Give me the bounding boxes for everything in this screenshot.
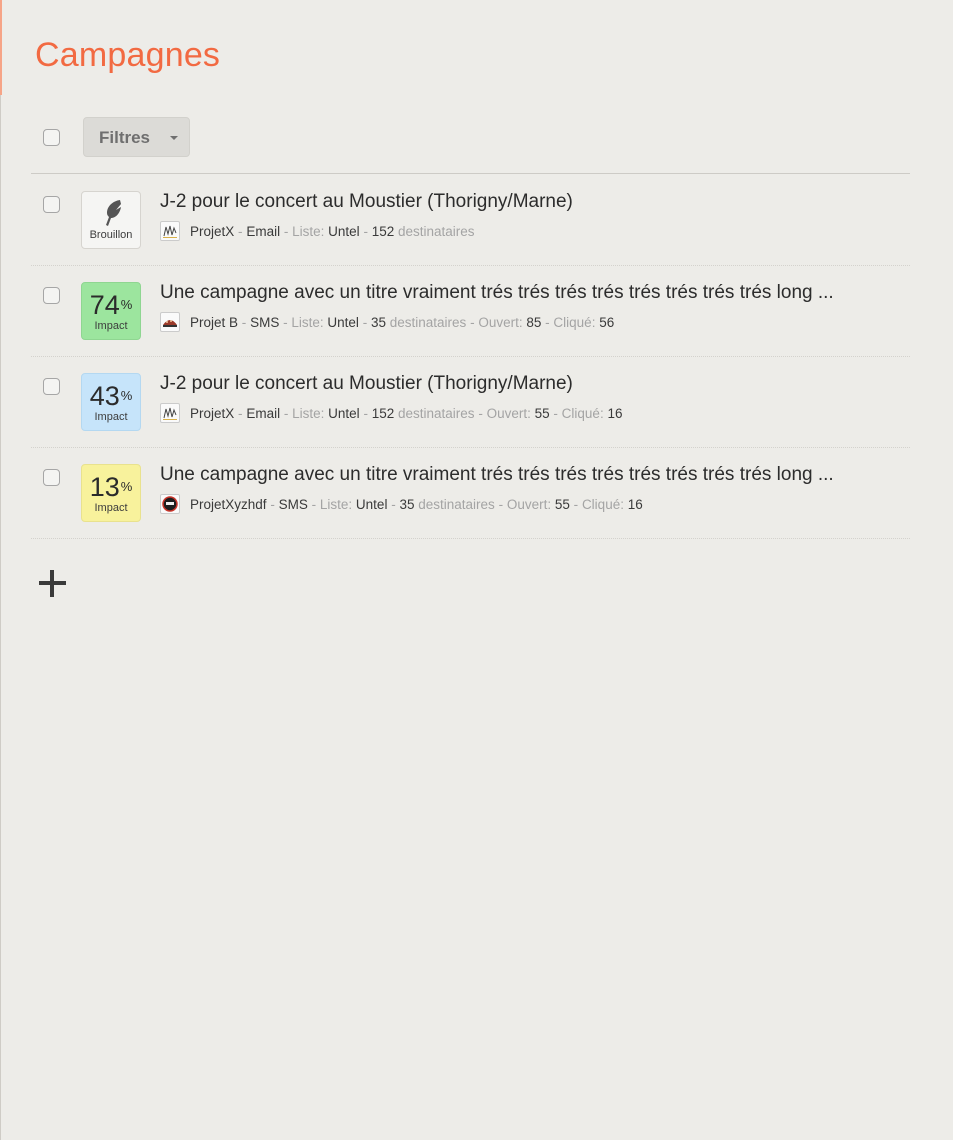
draft-label: Brouillon	[89, 229, 133, 241]
campaign-title[interactable]: Une campagne avec un titre vraiment trés…	[160, 464, 834, 486]
separator: -	[363, 406, 368, 421]
filters-label: Filtres	[99, 128, 151, 147]
channel: SMS	[278, 497, 308, 512]
campaign-title[interactable]: Une campagne avec un titre vraiment trés…	[160, 282, 834, 304]
opened-count: 55	[534, 406, 550, 421]
campaigns-page: Campagnes Filtres Brouillon J-2 pour le …	[0, 0, 953, 1140]
separator: -	[311, 497, 317, 512]
separator: -	[283, 406, 289, 421]
clicked-label: Cliqué:	[581, 497, 624, 512]
separator: -	[545, 315, 550, 330]
recipients-count: 35	[399, 497, 415, 512]
clicked-count: 16	[607, 406, 623, 421]
recipients-label: destinataires	[398, 406, 475, 421]
recipients-count: 152	[371, 406, 395, 421]
campaign-meta: ProjetX - Email - Liste: Untel - 152 des…	[160, 403, 623, 423]
impact-label: Impact	[94, 502, 128, 514]
caret-down-icon	[170, 136, 178, 140]
impact-value: 13%	[89, 472, 133, 502]
opened-count: 55	[554, 497, 570, 512]
campaign-row[interactable]: 43% Impact J-2 pour le concert au Mousti…	[31, 357, 910, 448]
project-name: ProjetXyzhdf	[190, 497, 267, 512]
row-checkbox[interactable]	[43, 287, 60, 304]
separator: -	[363, 224, 368, 239]
separator: -	[498, 497, 504, 512]
plus-icon[interactable]	[39, 570, 66, 597]
separator: -	[238, 224, 243, 239]
opened-label: Ouvert:	[478, 315, 523, 330]
toolbar: Filtres	[31, 117, 910, 174]
recipients-label: destinataires	[398, 224, 475, 239]
clicked-label: Cliqué:	[553, 315, 596, 330]
separator: -	[553, 406, 558, 421]
list-name: Untel	[328, 224, 360, 239]
list-label: Liste:	[319, 497, 353, 512]
separator: -	[391, 497, 396, 512]
opened-label: Ouvert:	[486, 406, 531, 421]
separator: -	[283, 315, 288, 330]
separator: -	[573, 497, 579, 512]
recipients-label: destinataires	[389, 315, 467, 330]
campaign-title[interactable]: J-2 pour le concert au Moustier (Thorign…	[160, 373, 573, 395]
clicked-label: Cliqué:	[561, 406, 604, 421]
recipients-label: destinataires	[418, 497, 495, 512]
impact-badge: 74% Impact	[81, 282, 141, 340]
row-checkbox[interactable]	[43, 469, 60, 486]
channel: Email	[246, 224, 281, 239]
row-checkbox[interactable]	[43, 196, 60, 213]
select-all-checkbox[interactable]	[43, 129, 60, 146]
campaign-row[interactable]: 74% Impact Une campagne avec un titre vr…	[31, 266, 910, 357]
project-name: Projet B	[190, 315, 239, 330]
separator: -	[238, 406, 243, 421]
separator: -	[470, 315, 475, 330]
campaign-meta: Projet B - SMS - Liste: Untel - 35 desti…	[160, 312, 614, 332]
project-name: ProjetX	[190, 406, 235, 421]
impact-badge: 13% Impact	[81, 464, 141, 522]
opened-label: Ouvert:	[506, 497, 552, 512]
separator: -	[241, 315, 247, 330]
list-name: Untel	[328, 406, 360, 421]
channel: Email	[246, 406, 281, 421]
projetx-logo-icon	[160, 403, 180, 423]
impact-value: 43%	[89, 381, 133, 411]
projet-b-logo-icon	[160, 312, 180, 332]
opened-count: 85	[526, 315, 542, 330]
page-title: Campagnes	[35, 36, 221, 74]
campaign-meta: ProjetX - Email - Liste: Untel - 152 des…	[160, 221, 475, 241]
draft-badge: Brouillon	[81, 191, 141, 249]
list-label: Liste:	[291, 315, 324, 330]
impact-badge: 43% Impact	[81, 373, 141, 431]
clicked-count: 16	[627, 497, 643, 512]
recipients-count: 152	[371, 224, 395, 239]
row-checkbox[interactable]	[43, 378, 60, 395]
projetx-logo-icon	[160, 221, 180, 241]
impact-label: Impact	[94, 411, 128, 423]
recipients-count: 35	[370, 315, 386, 330]
campaign-row[interactable]: Brouillon J-2 pour le concert au Moustie…	[31, 175, 910, 266]
impact-label: Impact	[94, 320, 128, 332]
list-name: Untel	[355, 497, 388, 512]
list-label: Liste:	[292, 224, 325, 239]
campaign-title[interactable]: J-2 pour le concert au Moustier (Thorign…	[160, 191, 573, 213]
list-name: Untel	[327, 315, 359, 330]
separator: -	[478, 406, 483, 421]
campaign-meta: ProjetXyzhdf - SMS - Liste: Untel - 35 d…	[160, 494, 643, 514]
separator: -	[362, 315, 368, 330]
project-name: ProjetX	[190, 224, 235, 239]
feather-icon	[106, 200, 121, 226]
list-label: Liste:	[292, 406, 325, 421]
filters-dropdown-button[interactable]: Filtres	[83, 117, 190, 157]
projetxyzhdf-logo-icon	[160, 494, 180, 514]
accent-edge	[0, 0, 2, 95]
clicked-count: 56	[599, 315, 615, 330]
separator: -	[283, 224, 289, 239]
campaign-row[interactable]: 13% Impact Une campagne avec un titre vr…	[31, 448, 910, 539]
impact-value: 74%	[89, 290, 133, 320]
separator: -	[270, 497, 275, 512]
channel: SMS	[250, 315, 280, 330]
